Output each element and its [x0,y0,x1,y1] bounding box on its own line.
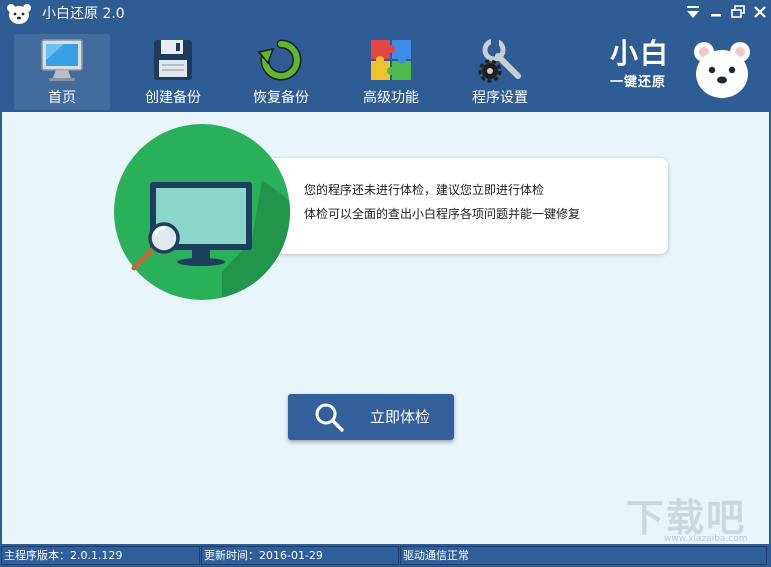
status-bar: 主程序版本：2.0.1.129 更新时间：2016-01-29 驱动通信正常 [0,544,771,567]
toolbar-label-create-backup: 创建备份 [145,90,201,106]
main-toolbar: 首页 创建备份 恢复备份 高级功能 程序设置 小白 一键还原 [0,28,771,112]
restore-arrow-icon [257,39,302,81]
wrench-gear-icon [478,38,521,83]
app-window: 小白还原 2.0 首页 创建备份 恢复备份 高级功能 程序设置 小白 一键还原 … [0,0,771,567]
window-title: 小白还原 2.0 [42,6,125,22]
check-now-button[interactable]: 立即体检 [288,394,454,440]
status-version: 主程序版本：2.0.1.129 [1,546,200,565]
info-card: 您的程序还未进行体检，建议您立即进行体检 体检可以全面的查出小白程序各项问题并能… [232,158,668,254]
monitor-checkup-icon [114,124,290,300]
title-bar[interactable]: 小白还原 2.0 [0,0,771,28]
watermark-url: www.xiazaiba.com [664,534,748,544]
toolbar-item-restore-backup[interactable]: 恢复备份 [233,34,329,110]
magnifier-icon [315,403,344,432]
minimize-icon[interactable] [706,3,726,21]
bear-logo-icon [694,42,750,98]
watermark: 下载吧 www.xiazaiba.com [626,496,766,544]
status-update-time: 更新时间：2016-01-29 [201,546,399,565]
bear-logo-icon [7,4,31,24]
toolbar-label-home: 首页 [48,90,76,106]
toolbar-item-create-backup[interactable]: 创建备份 [125,34,221,110]
toolbar-item-home[interactable]: 首页 [14,34,110,110]
check-now-label: 立即体检 [370,408,431,426]
restore-window-icon[interactable] [728,3,748,21]
main-content: 您的程序还未进行体检，建议您立即进行体检 体检可以全面的查出小白程序各项问题并能… [2,112,769,544]
toolbar-item-settings[interactable]: 程序设置 [452,34,548,110]
toolbar-label-restore-backup: 恢复备份 [253,90,309,106]
toolbar-item-advanced[interactable]: 高级功能 [343,34,439,110]
brand-title: 小白 [610,37,671,70]
brand-subtitle: 一键还原 [610,75,667,90]
toolbar-label-advanced: 高级功能 [363,90,419,106]
status-driver: 驱动通信正常 [400,546,767,565]
close-icon[interactable] [750,3,770,21]
brand-logo: 小白 一键还原 [606,36,756,106]
menu-dropdown-icon[interactable] [683,3,703,21]
info-line-1: 您的程序还未进行体检，建议您立即进行体检 [304,183,545,197]
info-line-2: 体检可以全面的查出小白程序各项问题并能一键修复 [304,207,581,221]
toolbar-label-settings: 程序设置 [472,90,528,106]
puzzle-icon [371,40,411,80]
monitor-icon [41,39,83,81]
floppy-disk-icon [154,40,192,80]
